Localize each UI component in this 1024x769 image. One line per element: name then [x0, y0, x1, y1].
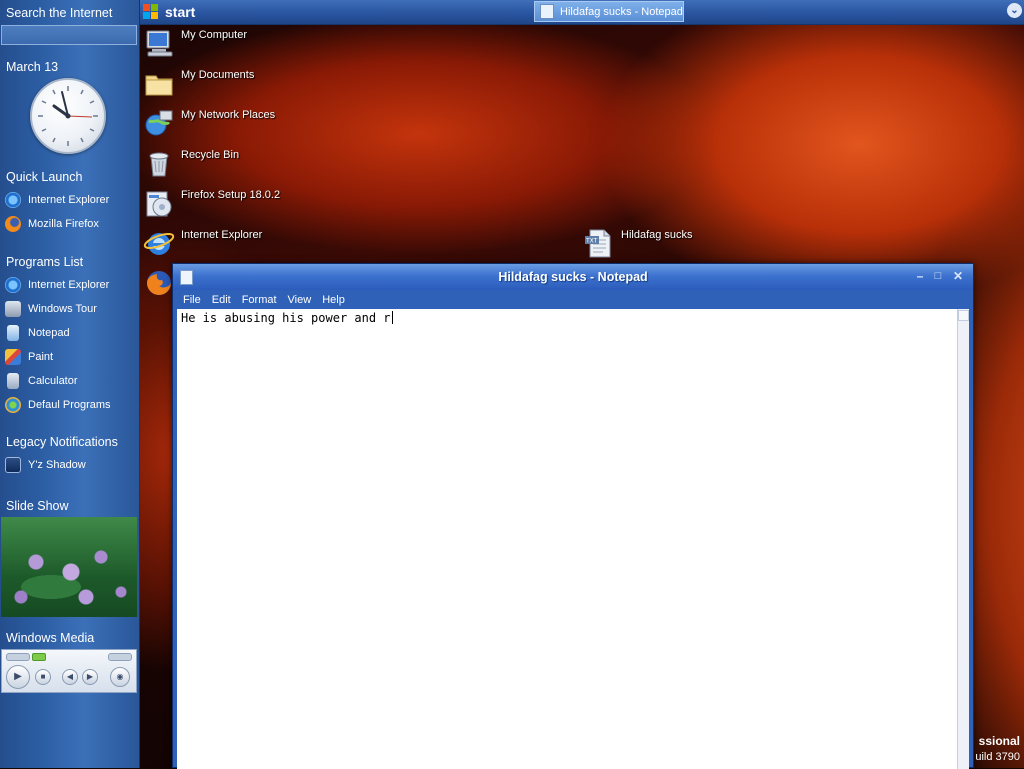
internet-explorer-icon: [5, 192, 21, 208]
scroll-up-icon[interactable]: [958, 310, 969, 321]
desktop-icon-label: My Computer: [181, 29, 248, 41]
desktop-icon-label: Firefox Setup 18.0.2: [181, 189, 281, 201]
menu-view[interactable]: View: [282, 294, 317, 306]
calculator-icon: [7, 373, 19, 389]
search-gadget-title: Search the Internet: [6, 6, 113, 20]
desktop-icon-recycle-bin[interactable]: Recycle Bin: [143, 147, 239, 181]
minimize-icon[interactable]: –: [913, 270, 927, 283]
menu-edit[interactable]: Edit: [206, 294, 236, 306]
desktop-icon-label: My Network Places: [181, 109, 276, 121]
firefox-icon: [147, 271, 171, 295]
os-watermark: ssional uild 3790: [975, 733, 1020, 765]
media-rewind-button[interactable]: [6, 653, 30, 661]
installer-icon: [146, 191, 172, 217]
text-caret: [391, 311, 393, 324]
desktop-icon-my-network-places[interactable]: My Network Places: [143, 107, 275, 141]
search-input[interactable]: [1, 25, 137, 45]
chevron-down-icon[interactable]: ⌄: [1007, 3, 1022, 18]
desktop-icon-my-computer[interactable]: My Computer: [143, 27, 247, 61]
windows-media-title: Windows Media: [6, 631, 95, 645]
vertical-scrollbar[interactable]: [957, 309, 969, 769]
watermark-line-1: ssional: [978, 734, 1020, 748]
legacy-item-yz-shadow[interactable]: Y'z Shadow: [5, 455, 86, 475]
programs-label: Calculator: [28, 375, 78, 387]
desktop-icon-label: My Documents: [181, 69, 255, 81]
taskbar: start Hildafag sucks - Notepad ⌄: [139, 0, 1024, 25]
folder-icon: [145, 75, 173, 96]
desktop-icon-internet-explorer[interactable]: Internet Explorer: [143, 227, 262, 261]
text-editor[interactable]: He is abusing his power and r: [177, 309, 959, 769]
windows-logo-icon: [143, 4, 159, 20]
slideshow-image[interactable]: [1, 517, 137, 617]
programs-item-default-programs[interactable]: Defaul Programs: [5, 395, 111, 415]
media-player: ▶ ■ ◀ ▶ ◉: [1, 649, 137, 693]
svg-text:TXT: TXT: [585, 238, 598, 245]
programs-item-paint[interactable]: Paint: [5, 347, 53, 367]
menu-format[interactable]: Format: [236, 294, 282, 306]
network-icon: [145, 110, 173, 136]
previous-icon[interactable]: ◀: [62, 669, 78, 685]
menu-file[interactable]: File: [177, 294, 206, 306]
maximize-icon[interactable]: □: [931, 270, 945, 283]
legacy-notifications-title: Legacy Notifications: [6, 435, 118, 449]
stop-icon[interactable]: ■: [35, 669, 51, 685]
programs-item-internet-explorer[interactable]: Internet Explorer: [5, 275, 109, 295]
menu-bar: File Edit Format View Help: [177, 290, 969, 309]
play-icon[interactable]: ▶: [6, 665, 30, 689]
notepad-title-bar[interactable]: Hildafag sucks - Notepad – □ ✕: [173, 264, 973, 290]
sidebar: Search the Internet March 13 Quick Launc…: [0, 0, 140, 768]
internet-explorer-icon: [143, 233, 175, 255]
yz-shadow-icon: [5, 457, 21, 473]
notepad-icon: [7, 325, 19, 341]
internet-explorer-icon: [5, 277, 21, 293]
media-forward-button[interactable]: [108, 653, 132, 661]
legacy-label: Y'z Shadow: [28, 459, 86, 471]
desktop-icon-label: Recycle Bin: [181, 149, 240, 161]
editor-content: He is abusing his power and r: [181, 311, 391, 325]
quick-launch-label: Mozilla Firefox: [28, 218, 99, 230]
quick-launch-item-mozilla-firefox[interactable]: Mozilla Firefox: [5, 214, 99, 234]
desktop-icon-label: Internet Explorer: [181, 229, 263, 241]
clock-icon: [30, 78, 106, 154]
watermark-line-2: uild 3790: [975, 751, 1020, 763]
desktop-icon-firefox-setup[interactable]: Firefox Setup 18.0.2: [143, 187, 280, 221]
firefox-icon: [5, 216, 21, 232]
desktop-icon-my-documents[interactable]: My Documents: [143, 67, 254, 101]
start-label: start: [165, 4, 196, 20]
quick-launch-item-internet-explorer[interactable]: Internet Explorer: [5, 190, 109, 210]
recycle-bin-icon: [149, 152, 169, 177]
notepad-window: Hildafag sucks - Notepad – □ ✕ File Edit…: [172, 263, 974, 769]
programs-label: Defaul Programs: [28, 399, 111, 411]
start-button[interactable]: start: [143, 2, 195, 22]
next-icon[interactable]: ▶: [82, 669, 98, 685]
quick-launch-label: Internet Explorer: [28, 194, 110, 206]
programs-label: Notepad: [28, 327, 70, 339]
clock-date: March 13: [6, 60, 59, 74]
menu-help[interactable]: Help: [316, 294, 350, 306]
text-file-icon: TXT: [585, 229, 611, 258]
taskbar-notepad-button[interactable]: Hildafag sucks - Notepad: [534, 1, 684, 22]
programs-item-calculator[interactable]: Calculator: [5, 371, 78, 391]
programs-label: Internet Explorer: [28, 279, 110, 291]
taskbar-button-label: Hildafag sucks - Notepad: [560, 5, 683, 18]
close-icon[interactable]: ✕: [951, 270, 965, 283]
programs-label: Paint: [28, 351, 54, 363]
volume-icon[interactable]: ◉: [110, 667, 130, 687]
programs-item-windows-tour[interactable]: Windows Tour: [5, 299, 97, 319]
computer-icon: [146, 30, 173, 57]
windows-tour-icon: [5, 301, 21, 317]
quick-launch-title: Quick Launch: [6, 170, 83, 184]
slideshow-title: Slide Show: [6, 499, 69, 513]
media-progress-indicator[interactable]: [32, 653, 46, 661]
paint-icon: [5, 349, 21, 365]
programs-item-notepad[interactable]: Notepad: [5, 323, 70, 343]
programs-list-title: Programs List: [6, 255, 84, 269]
desktop-icon-label: Hildafag sucks: [621, 229, 693, 241]
notepad-icon: [540, 4, 554, 19]
default-programs-icon: [5, 397, 21, 413]
desktop-icon-hildafag-sucks[interactable]: TXT Hildafag sucks: [583, 227, 693, 261]
window-title: Hildafag sucks - Notepad: [498, 270, 648, 284]
programs-label: Windows Tour: [28, 303, 97, 315]
